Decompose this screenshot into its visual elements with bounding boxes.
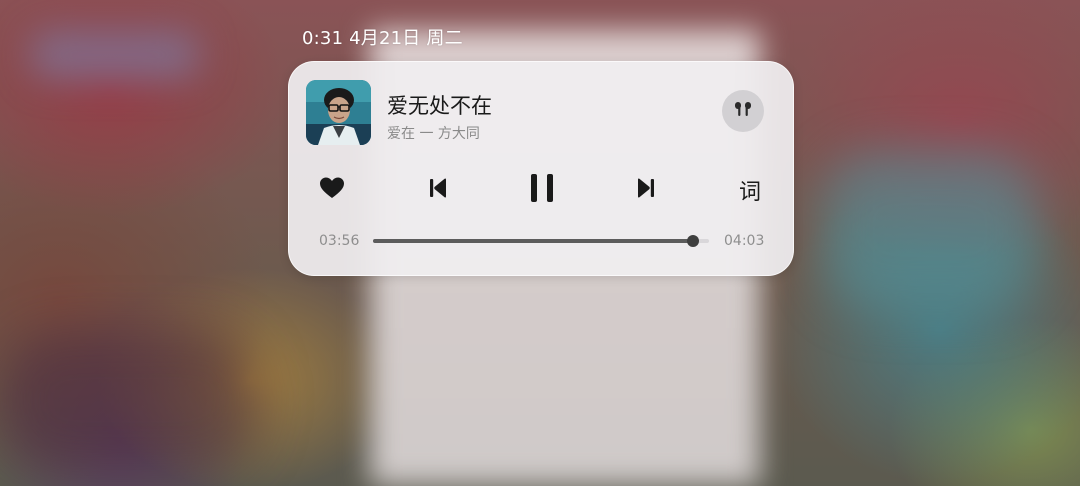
song-subtitle: 爱在 一 方大同 [387,126,480,142]
progress-bar[interactable] [373,235,709,247]
wallpaper-blob [820,150,1040,310]
skip-next-icon [636,177,656,203]
lyrics-button[interactable]: 词 [736,172,764,208]
status-datetime: 0:31 4月21日 周二 [302,28,463,49]
previous-track-button[interactable] [425,172,451,208]
skip-previous-icon [428,177,448,203]
wallpaper-blob [30,30,200,80]
wallpaper-blob [0,330,260,470]
airpods-icon [732,98,754,124]
progress-scrubber[interactable] [687,235,700,247]
progress-fill [373,239,694,243]
pause-icon [529,173,555,207]
total-duration: 04:03 [724,233,765,249]
audio-output-button[interactable] [722,90,764,132]
album-cover[interactable] [306,80,371,145]
play-pause-button[interactable] [527,172,557,208]
music-player-card[interactable]: 爱无处不在 爱在 一 方大同 词 03:56 04:03 [288,61,794,276]
song-title: 爱无处不在 [387,94,492,118]
next-track-button[interactable] [633,172,659,208]
elapsed-time: 03:56 [319,233,360,249]
favorite-button[interactable] [317,172,347,208]
album-art-image [306,80,371,145]
heart-icon [319,176,345,204]
